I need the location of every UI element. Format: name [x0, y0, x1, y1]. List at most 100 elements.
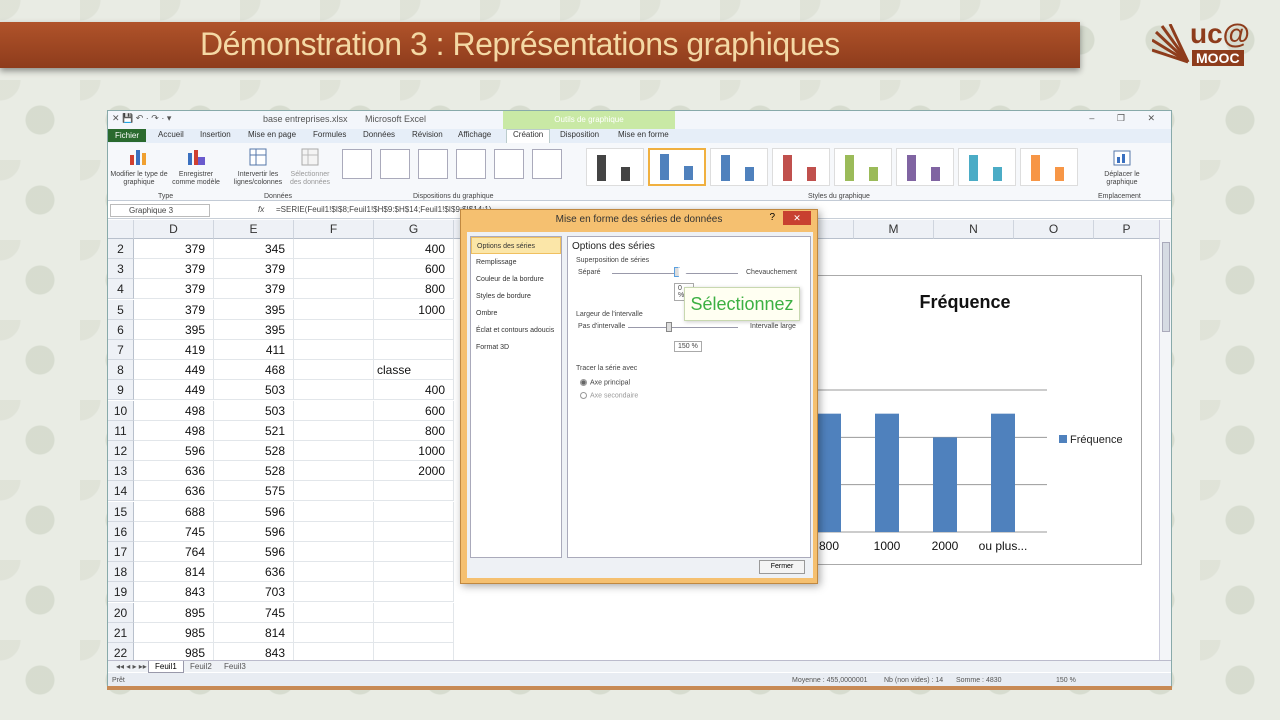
cell-e[interactable]: 468: [214, 360, 294, 381]
tab-donnees[interactable]: Données: [363, 130, 395, 139]
cell-e[interactable]: 636: [214, 562, 294, 583]
cell-d[interactable]: 764: [134, 542, 214, 562]
cell-d[interactable]: 379: [134, 239, 214, 259]
nav-shadow[interactable]: Ombre: [471, 305, 561, 322]
tab-creation[interactable]: Création: [506, 129, 551, 143]
chart-frequence[interactable]: Fréquence 800 1000 2000 ou plus... Fréquenc…: [814, 275, 1142, 565]
cell-d[interactable]: 449: [134, 380, 214, 401]
sheet-tab-feuil2[interactable]: Feuil2: [184, 661, 218, 673]
gap-value-input[interactable]: 150 %: [674, 341, 702, 352]
row-header[interactable]: 3: [108, 259, 134, 280]
cell-g[interactable]: [374, 582, 454, 603]
cell-e[interactable]: 745: [214, 602, 294, 623]
sheet-tab-feuil1[interactable]: Feuil1: [148, 661, 184, 673]
nav-series-options[interactable]: Options des séries: [471, 237, 561, 254]
row-header[interactable]: 14: [108, 481, 134, 502]
cell-f[interactable]: [294, 400, 374, 421]
cell-f[interactable]: [294, 461, 374, 482]
cell-d[interactable]: 636: [134, 461, 214, 482]
row-header[interactable]: 11: [108, 420, 134, 441]
cell-g[interactable]: 400: [374, 239, 454, 259]
cell-d[interactable]: 596: [134, 441, 214, 461]
style-thumb-4[interactable]: [772, 148, 830, 186]
name-box[interactable]: Graphique 3: [110, 204, 210, 217]
cell-d[interactable]: 814: [134, 562, 214, 583]
chart-bar[interactable]: [817, 413, 841, 532]
row-header[interactable]: 9: [108, 380, 134, 401]
nav-border-styles[interactable]: Styles de bordure: [471, 288, 561, 305]
scrollbar-thumb[interactable]: [1162, 242, 1170, 332]
row-header[interactable]: 19: [108, 582, 134, 603]
cell-d[interactable]: 449: [134, 360, 214, 381]
col-header-n[interactable]: N: [934, 220, 1014, 239]
cell-d[interactable]: 379: [134, 259, 214, 280]
cell-g[interactable]: [374, 501, 454, 522]
col-header-g[interactable]: G: [374, 220, 454, 239]
cell-d[interactable]: 498: [134, 400, 214, 421]
cell-f[interactable]: [294, 622, 374, 643]
cell-g[interactable]: [374, 562, 454, 583]
style-thumb-7[interactable]: [958, 148, 1016, 186]
row-header[interactable]: 21: [108, 622, 134, 643]
col-header-f[interactable]: F: [294, 220, 374, 239]
cell-e[interactable]: 528: [214, 441, 294, 461]
layout-thumb-5[interactable]: [494, 149, 524, 179]
row-header[interactable]: 13: [108, 461, 134, 482]
cell-d[interactable]: 636: [134, 481, 214, 502]
layout-thumb-3[interactable]: [418, 149, 448, 179]
cell-e[interactable]: 703: [214, 582, 294, 603]
cell-e[interactable]: 575: [214, 481, 294, 502]
cell-e[interactable]: 411: [214, 340, 294, 360]
tab-mise-en-page[interactable]: Mise en page: [248, 130, 296, 139]
cell-g[interactable]: [374, 542, 454, 562]
cell-d[interactable]: 895: [134, 602, 214, 623]
cell-e[interactable]: 521: [214, 420, 294, 441]
cell-f[interactable]: [294, 380, 374, 401]
col-header-p[interactable]: P: [1094, 220, 1160, 239]
cell-f[interactable]: [294, 279, 374, 300]
cell-e[interactable]: 596: [214, 542, 294, 562]
col-header-o[interactable]: O: [1014, 220, 1094, 239]
cell-g[interactable]: 800: [374, 420, 454, 441]
cell-f[interactable]: [294, 360, 374, 381]
tab-accueil[interactable]: Accueil: [158, 130, 184, 139]
status-zoom[interactable]: 150 %: [1056, 677, 1076, 684]
nav-glow-soft-edges[interactable]: Éclat et contours adoucis: [471, 322, 561, 339]
cell-d[interactable]: 395: [134, 319, 214, 340]
row-header[interactable]: 17: [108, 542, 134, 562]
cell-e[interactable]: 503: [214, 400, 294, 421]
row-header[interactable]: 10: [108, 400, 134, 421]
sheet-tab-feuil3[interactable]: Feuil3: [218, 661, 252, 673]
tab-formules[interactable]: Formules: [313, 130, 346, 139]
cell-f[interactable]: [294, 481, 374, 502]
layout-thumb-6[interactable]: [532, 149, 562, 179]
cell-f[interactable]: [294, 340, 374, 360]
row-header[interactable]: 16: [108, 521, 134, 542]
tab-revision[interactable]: Révision: [412, 130, 443, 139]
tab-mise-en-forme[interactable]: Mise en forme: [618, 130, 669, 139]
layout-thumb-1[interactable]: [342, 149, 372, 179]
gap-slider-knob[interactable]: [666, 322, 672, 332]
cell-d[interactable]: 379: [134, 279, 214, 300]
col-header-m[interactable]: M: [854, 220, 934, 239]
tab-insertion[interactable]: Insertion: [200, 130, 231, 139]
cell-d[interactable]: 379: [134, 299, 214, 320]
nav-3d-format[interactable]: Format 3D: [471, 339, 561, 356]
nav-fill[interactable]: Remplissage: [471, 254, 561, 271]
tab-affichage[interactable]: Affichage: [458, 130, 491, 139]
cell-e[interactable]: 503: [214, 380, 294, 401]
cell-f[interactable]: [294, 542, 374, 562]
cell-g[interactable]: [374, 602, 454, 623]
window-controls[interactable]: ‒ ❐ ✕: [1089, 113, 1165, 124]
tab-disposition[interactable]: Disposition: [560, 130, 599, 139]
style-thumb-5[interactable]: [834, 148, 892, 186]
chart-bar[interactable]: [875, 413, 899, 532]
primary-axis-radio[interactable]: Axe principal: [580, 379, 630, 386]
cell-g[interactable]: 800: [374, 279, 454, 300]
gap-slider-track[interactable]: [628, 327, 738, 328]
layout-thumb-2[interactable]: [380, 149, 410, 179]
chart-bar[interactable]: [991, 413, 1015, 532]
row-header[interactable]: 6: [108, 319, 134, 340]
cell-g[interactable]: 2000: [374, 461, 454, 482]
row-header[interactable]: 4: [108, 279, 134, 300]
